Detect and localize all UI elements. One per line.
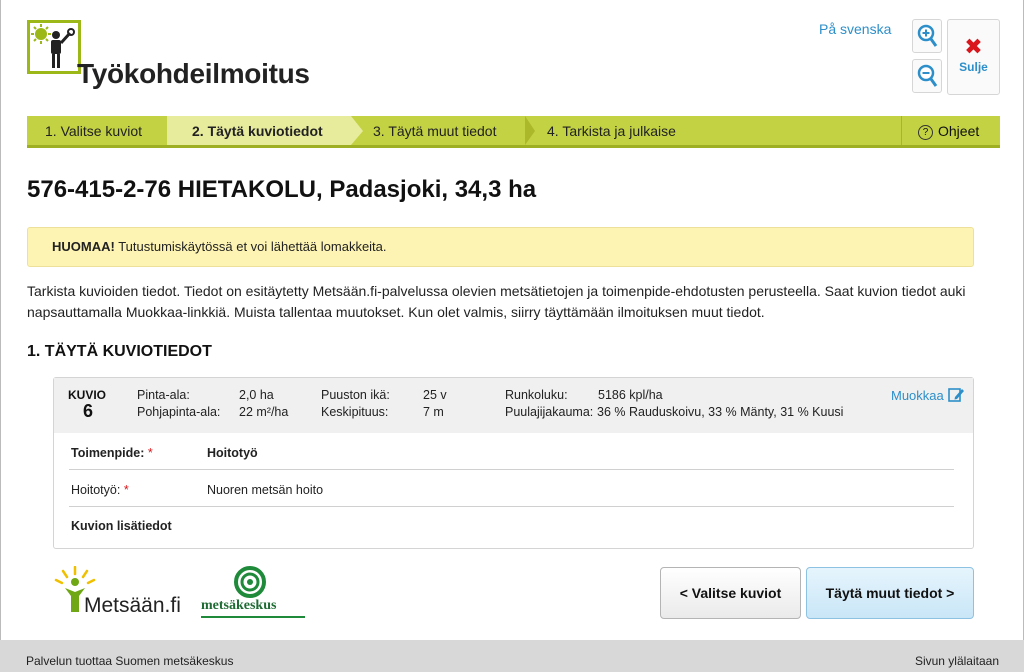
zoom-out-button[interactable] [912,59,942,93]
next-button[interactable]: Täytä muut tiedot > [806,567,974,619]
metsakeskus-underline [201,616,305,618]
intro-text: Tarkista kuvioiden tiedot. Tiedot on esi… [27,283,966,320]
notice-text: Tutustumiskäytössä et voi lähettää lomak… [114,239,387,254]
metsaan-logo: Metsään.fi [53,565,183,618]
metsaan-wordmark: Metsään.fi [84,594,181,617]
step-select-stands[interactable]: 1. Valitse kuviot [45,116,142,145]
help-link[interactable]: ? Ohjeet [901,116,1000,145]
height-value: 7 m [423,405,444,419]
app-logo: Työkohdeilmoitus [27,20,327,95]
footer-provider-text: Palvelun tuottaa Suomen metsäkeskus [26,654,234,668]
close-label: Sulje [959,60,988,74]
step-fill-other-data[interactable]: 3. Täytä muut tiedot [373,116,496,145]
age-label: Puuston ikä: [321,388,390,402]
metsakeskus-wordmark: metsäkeskus [201,598,277,613]
worker-logo-icon [27,20,81,74]
footer: Palvelun tuottaa Suomen metsäkeskus Sivu… [0,640,1024,672]
step-fill-stand-data[interactable]: 2. Täytä kuviotiedot [167,116,351,145]
row-divider [69,506,954,507]
app-title: Työkohdeilmoitus [77,58,310,89]
step-review-publish[interactable]: 4. Tarkista ja julkaise [547,116,676,145]
help-label: Ohjeet [938,123,980,139]
zoom-out-icon [917,64,938,87]
step-separator [351,116,363,145]
page-title: 576-415-2-76 HIETAKOLU, Padasjoki, 34,3 … [27,176,537,203]
area-label: Pinta-ala: [137,388,190,402]
height-label: Keskipituus: [321,405,389,419]
work-type-value: Nuoren metsän hoito [207,483,324,497]
back-to-top-link[interactable]: Sivun ylälaitaan [915,654,999,668]
stem-count-value: 5186 kpl/ha [598,388,663,402]
operation-value: Hoitotyö [207,446,258,460]
stem-count-label: Runkoluku: [505,388,568,402]
stand-number: 6 [83,401,94,421]
edit-icon[interactable] [948,386,965,403]
close-button[interactable]: ✖ Sulje [947,19,1000,95]
back-button[interactable]: < Valitse kuviot [660,567,801,619]
stand-extra-info-label: Kuvion lisätiedot [71,519,172,533]
wizard-steps: 1. Valitse kuviot 2. Täytä kuviotiedot 3… [27,116,1000,148]
notice-strong: HUOMAA! [52,239,115,254]
edit-link[interactable]: Muokkaa [891,388,944,403]
notice-banner: HUOMAA! Tutustumiskäytössä et voi lähett… [27,227,974,267]
basal-area-label: Pohjapinta-ala: [137,405,221,419]
page: Työkohdeilmoitus På svenska ✖ Sulje 1. V… [0,0,1024,640]
species-label: Puulajijakauma: [505,405,594,419]
close-icon: ✖ [964,34,983,59]
operation-label: Toimenpide: * [71,446,153,460]
area-value: 2,0 ha [239,388,274,402]
stand-summary: KUVIO 6 Pinta-ala: 2,0 ha Pohjapinta-ala… [54,378,973,433]
section-title: 1. TÄYTÄ KUVIOTIEDOT [27,343,212,360]
row-divider [69,469,954,470]
step-separator [525,116,535,145]
stand-label: KUVIO [68,388,107,402]
stand-card: KUVIO 6 Pinta-ala: 2,0 ha Pohjapinta-ala… [53,377,974,549]
metsakeskus-logo: metsäkeskus [199,566,309,618]
language-switch-link[interactable]: På svenska [819,21,891,37]
question-icon: ? [918,125,933,140]
zoom-in-icon [917,24,938,47]
species-value: 36 % Rauduskoivu, 33 % Mänty, 31 % Kuusi [597,405,844,419]
age-value: 25 v [423,388,447,402]
basal-area-value: 22 m²/ha [239,405,289,419]
work-type-label: Hoitotyö: * [71,483,129,497]
zoom-in-button[interactable] [912,19,942,53]
metsakeskus-circle-icon [234,566,266,598]
